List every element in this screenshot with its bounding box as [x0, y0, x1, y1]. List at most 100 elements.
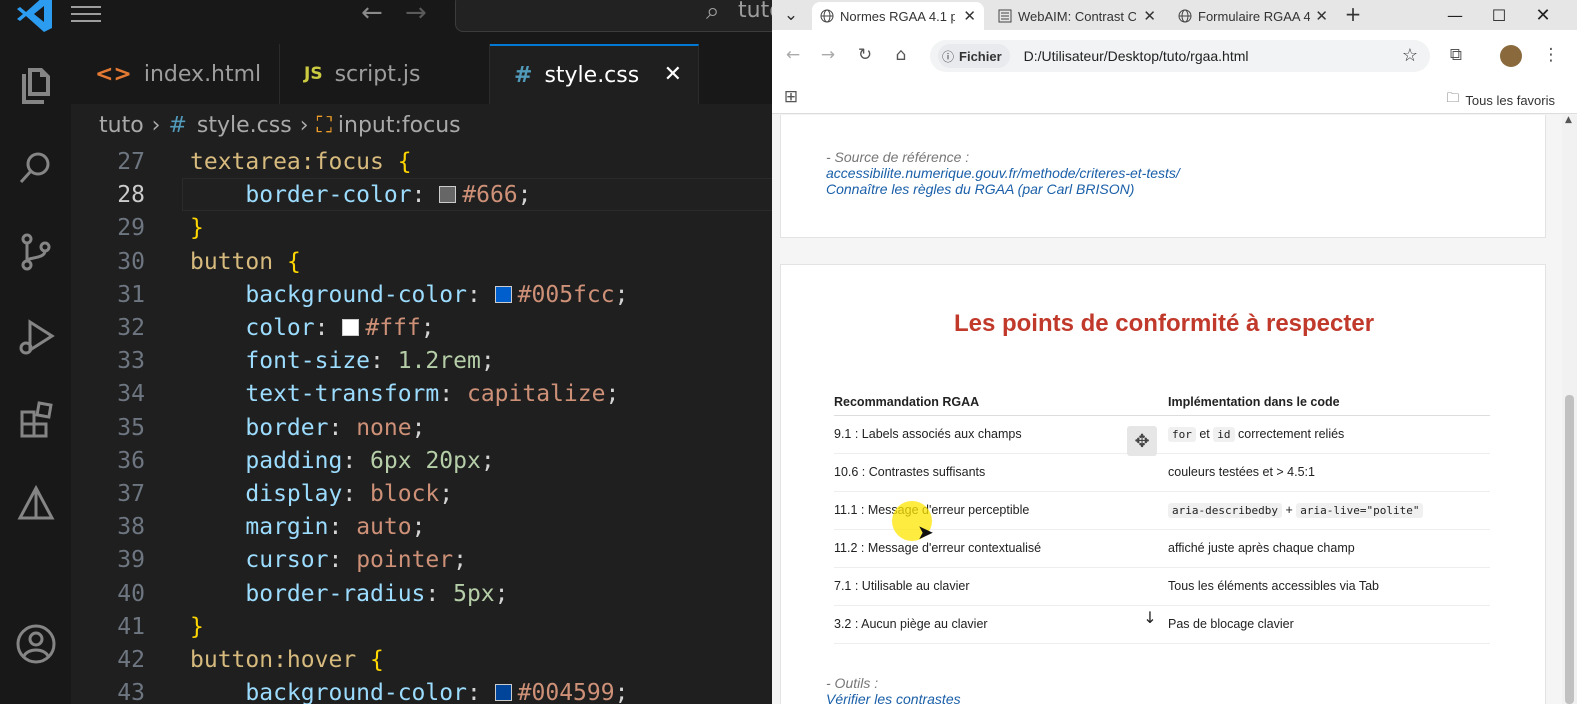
run-debug-icon[interactable]	[0, 306, 71, 366]
table-row: 3.2 : Aucun piège au clavier Pas de bloc…	[834, 605, 1490, 644]
browser-tab-label: Normes RGAA 4.1 p	[840, 8, 955, 24]
arrow-down-icon[interactable]: ↓	[1138, 605, 1162, 629]
browser-tab-webaim[interactable]: WebAIM: Contrast C ✕	[990, 2, 1164, 30]
bookmark-star-icon[interactable]: ☆	[1402, 45, 1418, 66]
breadcrumb-folder[interactable]: tuto	[99, 113, 144, 138]
new-tab-button[interactable]: +	[1342, 2, 1364, 26]
close-tab-icon[interactable]: ✕	[664, 62, 682, 87]
impl-joiner: et	[1199, 427, 1210, 441]
breadcrumb-symbol[interactable]: input:focus	[338, 113, 461, 138]
impl-joiner: +	[1285, 503, 1293, 517]
minimize-icon[interactable]: —	[1440, 3, 1470, 27]
folder-icon: 🗀	[1446, 90, 1460, 105]
source-label: - Source de référence :	[826, 149, 970, 165]
all-bookmarks-label: Tous les favoris	[1465, 92, 1555, 108]
globe-icon	[820, 9, 834, 23]
code-line: button:hover {	[190, 647, 384, 673]
page-scrollbar[interactable]: ▲	[1562, 115, 1577, 704]
code-line: color: #fff;	[245, 315, 435, 341]
url-text: D:/Utilisateur/Desktop/tuto/rgaa.html	[1023, 48, 1249, 64]
sources-card: - Source de référence : accessibilite.nu…	[780, 115, 1546, 238]
menu-icon[interactable]	[71, 0, 101, 28]
tab-style-css[interactable]: # style.css ✕	[490, 44, 699, 104]
chevron-right-icon: ›	[151, 112, 161, 138]
line-number: 29	[117, 215, 145, 242]
tab-index-html[interactable]: <> index.html	[71, 44, 280, 104]
reco-cell: 9.1 : Labels associés aux champs	[834, 415, 1168, 454]
css-file-icon: #	[514, 62, 533, 88]
code-line: background-color: #004599;	[245, 680, 629, 704]
back-icon[interactable]: ←	[782, 44, 804, 66]
forward-icon[interactable]: →	[817, 44, 839, 66]
extensions-puzzle-icon[interactable]: ⧉	[1445, 44, 1467, 66]
css-file-icon: #	[168, 112, 187, 138]
code-line: }	[190, 215, 204, 242]
browser-tab-formulaire[interactable]: Formulaire RGAA 4. ✕	[1170, 2, 1336, 30]
line-number: 43	[117, 680, 145, 704]
code-line: font-size: 1.2rem;	[245, 348, 495, 375]
line-number: 39	[117, 547, 145, 574]
close-tab-icon[interactable]: ✕	[963, 7, 976, 25]
explorer-icon[interactable]	[0, 54, 71, 114]
extensions-icon[interactable]	[0, 390, 71, 450]
table-row: 7.1 : Utilisable au clavier Tous les élé…	[834, 567, 1490, 606]
search-icon[interactable]	[0, 138, 71, 198]
account-icon[interactable]	[0, 614, 71, 674]
impl-cell: affiché juste après chaque champ	[1168, 529, 1490, 568]
apps-grid-icon[interactable]: ⊞	[780, 86, 802, 108]
avatar[interactable]	[1500, 45, 1522, 67]
source-control-icon[interactable]	[0, 222, 71, 282]
reco-cell: 11.1 : Message d'erreur perceptible	[834, 491, 1168, 530]
maximize-icon[interactable]: ☐	[1484, 3, 1514, 27]
browser-tab-rgaa[interactable]: Normes RGAA 4.1 p ✕	[812, 2, 984, 30]
site-info-chip[interactable]: ⓘ Fichier	[938, 44, 1010, 68]
contrast-link[interactable]: Vérifier les contrastes	[826, 691, 961, 704]
code-line: padding: 6px 20px;	[245, 447, 495, 474]
move-handle-icon[interactable]: ✥	[1127, 426, 1157, 456]
address-bar[interactable]: ⓘ Fichier D:/Utilisateur/Desktop/tuto/rg…	[930, 40, 1430, 72]
impl-cell: Pas de blocage clavier	[1168, 605, 1490, 644]
tab-label: script.js	[334, 61, 421, 87]
code-chip: id	[1213, 427, 1235, 442]
vscode-window: ← → ⌕ tuto <> index.html JS script.js # …	[0, 0, 772, 704]
triangle-extension-icon[interactable]	[0, 474, 71, 534]
forward-arrow-icon[interactable]: →	[405, 0, 427, 28]
table-row: 9.1 : Labels associés aux champs for et …	[834, 415, 1490, 454]
line-number: 28	[117, 182, 145, 209]
close-window-icon[interactable]: ✕	[1528, 3, 1558, 27]
scroll-up-icon[interactable]: ▲	[1565, 115, 1572, 125]
line-number: 33	[117, 348, 145, 375]
line-number: 35	[117, 414, 145, 441]
impl-cell: Tous les éléments accessibles via Tab	[1168, 567, 1490, 606]
source-link-gouv[interactable]: accessibilite.numerique.gouv.fr/methode/…	[826, 165, 1180, 181]
line-number: 37	[117, 481, 145, 507]
activity-bar	[0, 0, 71, 704]
source-link-brison[interactable]: Connaître les règles du RGAA (par Carl B…	[826, 181, 1180, 197]
code-line: border-color: #666;	[245, 182, 532, 209]
code-line: display: block;	[245, 481, 454, 507]
breadcrumb-file[interactable]: style.css	[197, 113, 292, 138]
home-icon[interactable]: ⌂	[890, 44, 912, 66]
code-line: margin: auto;	[245, 514, 426, 541]
more-menu-icon[interactable]: ⋮	[1540, 44, 1562, 66]
info-icon: ⓘ	[942, 49, 955, 64]
close-tab-icon[interactable]: ✕	[1315, 7, 1328, 25]
scrollbar-thumb[interactable]	[1565, 395, 1574, 704]
tab-label: style.css	[544, 62, 640, 88]
column-header: Recommandation RGAA	[834, 389, 1168, 416]
browser-tab-label: WebAIM: Contrast C	[1018, 8, 1136, 24]
reload-icon[interactable]: ↻	[854, 44, 876, 66]
line-number: 38	[117, 514, 145, 541]
code-line: border: none;	[245, 414, 426, 441]
globe-icon	[1178, 9, 1192, 23]
tab-search-icon[interactable]: ⌄	[780, 4, 802, 26]
browser-tab-label: Formulaire RGAA 4.	[1198, 8, 1310, 24]
line-number: 40	[117, 580, 145, 607]
command-center[interactable]: ⌕ tuto	[455, 0, 772, 32]
close-tab-icon[interactable]: ✕	[1143, 7, 1156, 25]
all-bookmarks-folder[interactable]: 🗀 Tous les favoris	[1446, 89, 1555, 111]
editor-tabs: <> index.html JS script.js # style.css ✕	[71, 44, 772, 104]
tab-script-js[interactable]: JS script.js	[280, 44, 490, 104]
code-editor[interactable]: 27 textarea:focus {28 border-color: #666;…	[71, 146, 772, 704]
back-arrow-icon[interactable]: ←	[361, 0, 383, 28]
